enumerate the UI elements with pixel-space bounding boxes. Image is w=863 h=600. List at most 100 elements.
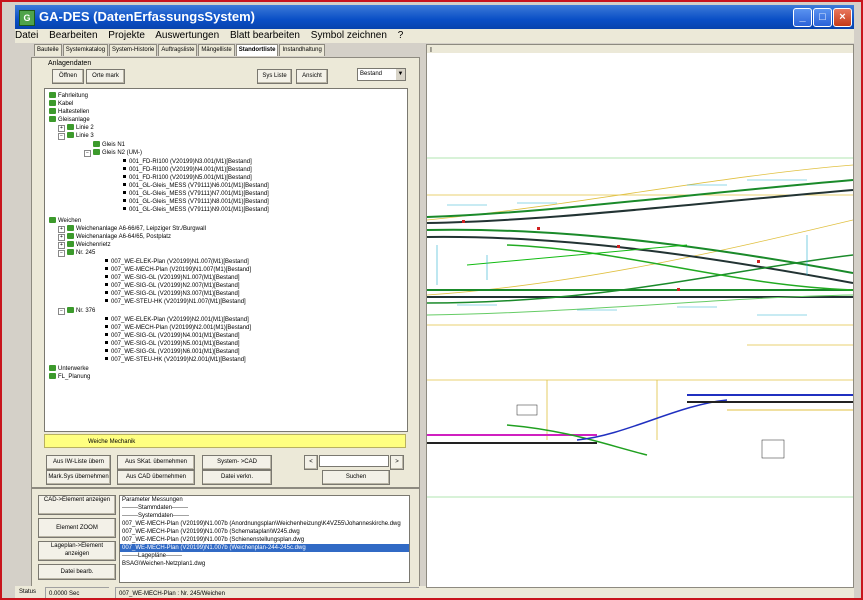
tree-node[interactable]: + Weichenanlage A6-64/65, Postplatz (58, 233, 171, 241)
tree-leaf[interactable]: 001_GL-Gleis_MESS (V79111)N7.001(M1)[Bes… (123, 190, 269, 198)
next-button[interactable]: > (390, 455, 404, 470)
tree-leaf[interactable]: 007_WE-SIG-GL (V20199)N5.001(M1)[Bestand… (105, 340, 240, 348)
tree-node[interactable]: + Linie 2 (58, 124, 94, 132)
tab-system-historie[interactable]: System-Historie (109, 44, 158, 56)
prev-button[interactable]: < (304, 455, 318, 470)
list-item[interactable]: 007_WE-MECH-Plan (V20199)N1.007b (Schema… (120, 528, 409, 536)
tree-leaf[interactable]: 007_WE-ELEK-Plan (V20199)N1.007(M1)[Best… (105, 258, 249, 266)
datei-bearb-button[interactable]: Datei bearb. (38, 564, 116, 580)
open-button[interactable]: Öffnen (52, 69, 84, 84)
bullet-icon (123, 175, 126, 178)
cad-uebernehmen-button[interactable]: Aus CAD übernehmen (117, 470, 195, 485)
bullet-icon (105, 259, 108, 262)
tree-leaf[interactable]: 007_WE-MECH-Plan (V20199)N2.001(M1)[Best… (105, 324, 251, 332)
cad-drawing[interactable]: I (427, 45, 853, 587)
collapse-icon[interactable]: − (58, 308, 65, 315)
message-list[interactable]: Parameter Messungen --------Stammdaten--… (119, 495, 410, 583)
tree-leaf[interactable]: 007_WE-ELEK-Plan (V20199)N2.001(M1)[Best… (105, 316, 249, 324)
tree-leaf[interactable]: 007_WE-SIG-GL (V20199)N4.001(M1)[Bestand… (105, 332, 240, 340)
list-item[interactable]: Parameter Messungen (120, 496, 409, 504)
tree-leaf[interactable]: 001_FD-RI100 (V20199)N3.001(M1)[Bestand] (123, 158, 252, 166)
list-item[interactable]: 007_WE-MECH-Plan (V20199)N1.007b (Anordn… (120, 520, 409, 528)
list-item[interactable]: 007_WE-MECH-Plan (V20199)N1.007b (Schien… (120, 536, 409, 544)
tree-node[interactable]: + Weichenanlage A6-66/67, Leipziger Str./… (58, 225, 206, 233)
search-input[interactable] (319, 455, 389, 467)
menu-datei[interactable]: Datei (15, 30, 38, 41)
collapse-icon[interactable]: − (58, 133, 65, 140)
tree-node[interactable]: Kabel (49, 100, 73, 108)
iw-liste-button[interactable]: Aus IW-Liste übern (46, 455, 111, 470)
maximize-button[interactable]: □ (813, 8, 832, 27)
tree-node[interactable]: Gleisanlage (49, 116, 90, 124)
bullet-icon (105, 349, 108, 352)
title-bar: G GA-DES (DatenErfassungsSystem) _ □ × (15, 5, 854, 29)
sys-liste-button[interactable]: Sys Liste (257, 69, 292, 84)
tree-node[interactable]: Gleis N1 (93, 141, 125, 149)
list-item[interactable]: --------Lagepläne-------- (120, 552, 409, 560)
tab-bauteile[interactable]: Bauteile (34, 44, 62, 56)
tree-node[interactable]: − Nr. 245 (58, 249, 95, 257)
menu-auswertungen[interactable]: Auswertungen (155, 30, 219, 41)
collapse-icon[interactable]: − (58, 250, 65, 257)
tree-node[interactable]: Fahrleitung (49, 92, 88, 100)
search-button[interactable]: Suchen (322, 470, 390, 485)
cad-element-button[interactable]: CAD->Element anzeigen (38, 495, 116, 515)
menu-projekte[interactable]: Projekte (108, 30, 145, 41)
cad-drawing-area[interactable]: I (426, 44, 854, 588)
tree-node[interactable]: Unterwerke (49, 365, 89, 373)
tree-leaf[interactable]: 007_WE-STEU-HK (V20199)N1.007(M1)[Bestan… (105, 298, 246, 306)
tree-node[interactable]: Haltestellen (49, 108, 89, 116)
tree-node[interactable]: − Linie 3 (58, 132, 94, 140)
close-button[interactable]: × (833, 8, 852, 27)
list-item[interactable]: --------Systemdaten-------- (120, 512, 409, 520)
tab-instandhaltung[interactable]: Instandhaltung (279, 44, 325, 56)
menu-bearbeiten[interactable]: Bearbeiten (49, 30, 97, 41)
view-select[interactable]: Bestand ▼ (357, 68, 406, 81)
menu-blatt-bearbeiten[interactable]: Blatt bearbeiten (230, 30, 300, 41)
tree-node[interactable]: + Weichenrietz (58, 241, 111, 249)
tree-leaf[interactable]: 001_FD-RI100 (V20199)N5.001(M1)[Bestand] (123, 174, 252, 182)
tree-node[interactable]: Weichen (49, 217, 81, 225)
list-item[interactable]: BSAG\Weichen-Netzplan1.dwg (120, 560, 409, 568)
collapse-icon[interactable]: − (84, 150, 91, 157)
expand-icon[interactable]: + (58, 125, 65, 132)
ansicht-button[interactable]: Ansicht (296, 69, 328, 84)
tree-node[interactable]: − Gleis N2 (UM-) (84, 149, 142, 157)
expand-icon[interactable]: + (58, 242, 65, 249)
orte-mark-button[interactable]: Orte mark (86, 69, 125, 84)
folder-icon (49, 365, 56, 371)
tree-leaf[interactable]: 001_FD-RI100 (V20199)N4.001(M1)[Bestand] (123, 166, 252, 174)
datei-verkn-button[interactable]: Datei verkn. (202, 470, 272, 485)
list-item[interactable]: --------Stammdaten-------- (120, 504, 409, 512)
tree-node[interactable]: − Nr. 376 (58, 307, 95, 315)
menu-symbol-zeichnen[interactable]: Symbol zeichnen (311, 30, 387, 41)
tree-node[interactable]: FL_Planung (49, 373, 90, 381)
tree-leaf[interactable]: 007_WE-SIG-GL (V20199)N6.001(M1)[Bestand… (105, 348, 240, 356)
element-zoom-button[interactable]: Element ZOOM (38, 518, 116, 538)
tree-leaf[interactable]: 007_WE-STEU-HK (V20199)N2.001(M1)[Bestan… (105, 356, 246, 364)
tree-leaf[interactable]: 001_GL-Gleis_MESS (V79111)N9.001(M1)[Bes… (123, 206, 269, 214)
tree-leaf[interactable]: 007_WE-SIG-GL (V20199)N3.007(M1)[Bestand… (105, 290, 240, 298)
ruler-bar (427, 45, 853, 53)
tree-leaf[interactable]: 007_WE-SIG-GL (V20199)N2.007(M1)[Bestand… (105, 282, 240, 290)
tab-standortliste[interactable]: Standortliste (235, 44, 279, 56)
list-item-selected[interactable]: 007_WE-MECH-Plan (V20199)N1.007b (Weiche… (120, 544, 409, 552)
tree-leaf[interactable]: 001_GL-Gleis_MESS (V79111)N8.001(M1)[Bes… (123, 198, 269, 206)
standort-tree[interactable]: Fahrleitung Kabel Haltestellen Gleisanla… (44, 88, 408, 432)
chevron-down-icon[interactable]: ▼ (396, 69, 405, 80)
minimize-button[interactable]: _ (793, 8, 812, 27)
tab-maengelliste[interactable]: Mängelliste (198, 44, 235, 56)
tab-systemkatalog[interactable]: Systemkatalog (62, 44, 109, 56)
menu-help[interactable]: ? (398, 30, 404, 41)
tree-leaf[interactable]: 007_WE-SIG-GL (V20199)N1.007(M1)[Bestand… (105, 274, 240, 282)
tree-leaf[interactable]: 001_GL-Gleis_MESS (V79111)N6.001(M1)[Bes… (123, 182, 269, 190)
expand-icon[interactable]: + (58, 234, 65, 241)
mark-sys-button[interactable]: Mark.Sys übernehmen (46, 470, 111, 485)
skat-button[interactable]: Aus SKat. übernehmen (117, 455, 195, 470)
tab-auftragsliste[interactable]: Auftragsliste (158, 44, 198, 56)
system-cad-button[interactable]: System- >CAD (202, 455, 272, 470)
tree-leaf[interactable]: 007_WE-MECH-Plan (V20199)N1.007(M1)[Best… (105, 266, 251, 274)
expand-icon[interactable]: + (58, 226, 65, 233)
folder-icon (49, 116, 56, 122)
lageplan-element-button[interactable]: Lageplan->Element anzeigen (38, 541, 116, 561)
